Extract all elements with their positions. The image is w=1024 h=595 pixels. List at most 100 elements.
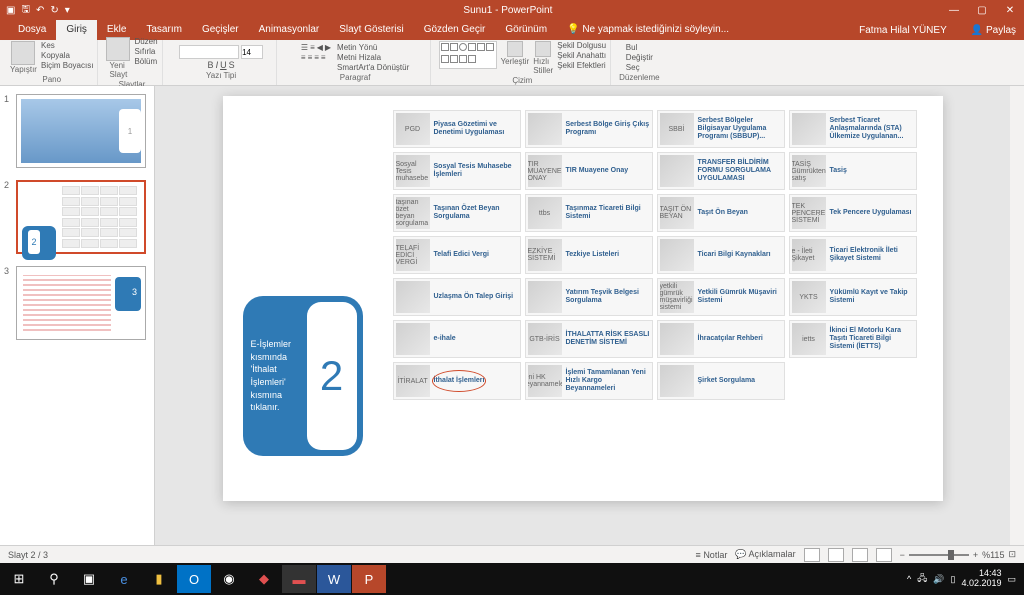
service-card[interactable]: TEK PENCERE SİSTEMİTek Pencere Uygulamas… xyxy=(789,194,917,232)
service-card[interactable]: iettsİkinci El Motorlu Kara Taşıtı Ticar… xyxy=(789,320,917,358)
service-card[interactable]: PGDPiyasa Gözetimi ve Denetimi Uygulamas… xyxy=(393,110,521,148)
format-painter-button[interactable]: Biçim Boyacısı xyxy=(41,61,93,70)
service-card[interactable]: Ticari Bilgi Kaynakları xyxy=(657,236,785,274)
section-button[interactable]: Bölüm xyxy=(134,57,157,66)
find-button[interactable]: Bul xyxy=(626,43,653,52)
minimize-button[interactable]: — xyxy=(940,0,968,20)
italic-button[interactable]: I xyxy=(216,60,219,70)
align-center-button[interactable]: ≡ xyxy=(308,53,313,62)
zoom-out-button[interactable]: − xyxy=(900,550,905,560)
service-card[interactable]: GTB-İRİSİTHALATTA RİSK ESASLI DENETİM Sİ… xyxy=(525,320,653,358)
app2-icon[interactable]: ▬ xyxy=(282,565,316,593)
lang-icon[interactable]: ▯ xyxy=(950,574,955,585)
notes-button[interactable]: ≡ Notlar xyxy=(696,550,728,560)
comments-button[interactable]: 💬 Açıklamalar xyxy=(735,549,795,560)
fit-button[interactable]: ⊡ xyxy=(1008,549,1016,560)
slide-editor[interactable]: E-İşlemler kısmında 'İthalat İşlemleri' … xyxy=(155,86,1010,545)
quick-styles-icon[interactable] xyxy=(535,41,551,57)
service-card[interactable]: EZKİYE SİSTEMİTezkiye Listeleri xyxy=(525,236,653,274)
bullets-button[interactable]: ☰ xyxy=(301,43,308,52)
arrange-icon[interactable] xyxy=(507,41,523,57)
chrome-icon[interactable]: ◉ xyxy=(212,565,246,593)
tab-giris[interactable]: Giriş xyxy=(56,20,97,40)
tab-gozden[interactable]: Gözden Geçir xyxy=(414,20,496,40)
service-card[interactable]: Yatırım Teşvik Belgesi Sorgulama xyxy=(525,278,653,316)
align-text-button[interactable]: Metni Hizala xyxy=(337,53,409,62)
slide-thumb-3[interactable]: 3 3 xyxy=(4,266,150,340)
restore-button[interactable]: ▢ xyxy=(968,0,996,20)
save-icon[interactable]: 🖫 xyxy=(21,2,30,19)
slide-thumb-2[interactable]: 2 2 xyxy=(4,180,150,254)
service-card[interactable]: TASİŞ Gümrükten satışTasiş xyxy=(789,152,917,190)
shape-effects-button[interactable]: Şekil Efektleri xyxy=(557,61,606,70)
new-slide-icon[interactable] xyxy=(106,37,130,61)
service-card[interactable]: TAŞIT ÖN BEYANTaşıt Ön Beyan xyxy=(657,194,785,232)
sound-icon[interactable]: 🔊 xyxy=(933,574,944,585)
zoom-in-button[interactable]: + xyxy=(973,550,978,560)
close-button[interactable]: ✕ xyxy=(996,0,1024,20)
app-icon[interactable]: ◆ xyxy=(247,565,281,593)
tab-animasyon[interactable]: Animasyonlar xyxy=(249,20,330,40)
outlook-icon[interactable]: O xyxy=(177,565,211,593)
edge-icon[interactable]: e xyxy=(107,565,141,593)
smartart-button[interactable]: SmartArt'a Dönüştür xyxy=(337,63,409,72)
underline-button[interactable]: U xyxy=(220,60,227,70)
zoom-level[interactable]: %115 xyxy=(982,550,1004,560)
tab-dosya[interactable]: Dosya xyxy=(8,20,56,40)
service-card[interactable]: Şirket Sorgulama xyxy=(657,362,785,400)
tab-slayt[interactable]: Slayt Gösterisi xyxy=(329,20,413,40)
service-card[interactable]: SBBİSerbest Bölgeler Bilgisayar Uygulama… xyxy=(657,110,785,148)
reading-view-button[interactable] xyxy=(852,548,868,562)
layout-button[interactable]: Düzen xyxy=(134,37,157,46)
font-select[interactable] xyxy=(179,45,239,59)
start-button[interactable]: ⊞ xyxy=(2,565,36,593)
service-card[interactable]: İhracatçılar Rehberi xyxy=(657,320,785,358)
bold-button[interactable]: B xyxy=(208,60,214,70)
service-card[interactable]: Sosyal Tesis muhasebeSosyal Tesis Muhase… xyxy=(393,152,521,190)
slide-panel[interactable]: 1 1 2 2 3 3 xyxy=(0,86,155,545)
align-justify-button[interactable]: ≡ xyxy=(321,53,326,62)
paste-icon[interactable] xyxy=(11,41,35,65)
service-card[interactable]: ttbsTaşınmaz Ticareti Bilgi Sistemi xyxy=(525,194,653,232)
text-direction-button[interactable]: Metin Yönü xyxy=(337,43,409,52)
redo-icon[interactable]: ↻ xyxy=(50,5,58,16)
normal-view-button[interactable] xyxy=(804,548,820,562)
service-card[interactable]: YKTSYükümlü Kayıt ve Takip Sistemi xyxy=(789,278,917,316)
tell-me[interactable]: 💡 Ne yapmak istediğinizi söyleyin... xyxy=(557,20,739,40)
shape-fill-button[interactable]: Şekil Dolgusu xyxy=(557,41,606,50)
service-card[interactable]: taşınan özet beyan sorgulamaTaşınan Özet… xyxy=(393,194,521,232)
service-card[interactable]: TRANSFER BİLDİRİM FORMU SORGULAMA UYGULA… xyxy=(657,152,785,190)
user-name[interactable]: Fatma Hilal YÜNEY xyxy=(851,25,955,36)
service-card[interactable]: TELAFİ EDİCİ VERGİTelafi Edici Vergi xyxy=(393,236,521,274)
taskview-button[interactable]: ▣ xyxy=(72,565,106,593)
notifications-icon[interactable]: ▭ xyxy=(1007,574,1016,585)
service-card[interactable]: Uzlaşma Ön Talep Girişi xyxy=(393,278,521,316)
indent-inc-button[interactable]: ▶ xyxy=(325,43,331,52)
service-card[interactable]: TIR MUAYENE ONAYTIR Muayene Onay xyxy=(525,152,653,190)
slide-thumb-1[interactable]: 1 1 xyxy=(4,94,150,168)
select-button[interactable]: Seç xyxy=(626,63,653,72)
network-icon[interactable]: 🖧 xyxy=(917,571,927,587)
service-card[interactable]: Serbest Bölge Giriş Çıkış Programı xyxy=(525,110,653,148)
slideshow-view-button[interactable] xyxy=(876,548,892,562)
zoom-slider[interactable] xyxy=(909,554,969,556)
align-left-button[interactable]: ≡ xyxy=(301,53,306,62)
sorter-view-button[interactable] xyxy=(828,548,844,562)
service-card[interactable]: İTİRALATİthalat İşlemleri xyxy=(393,362,521,400)
shapes-gallery[interactable] xyxy=(439,41,497,69)
replace-button[interactable]: Değiştir xyxy=(626,53,653,62)
word-icon[interactable]: W xyxy=(317,565,351,593)
copy-button[interactable]: Kopyala xyxy=(41,51,93,60)
service-card[interactable]: yeni HK Beyannameleriİşlemi Tamamlanan Y… xyxy=(525,362,653,400)
align-right-button[interactable]: ≡ xyxy=(314,53,319,62)
share-button[interactable]: 👤 Paylaş xyxy=(963,25,1024,36)
service-card[interactable]: e - İleti ŞikayetTicari Elektronik İleti… xyxy=(789,236,917,274)
service-card[interactable]: e-ihale xyxy=(393,320,521,358)
start-icon[interactable]: ▾ xyxy=(65,5,70,16)
callout-shape[interactable]: E-İşlemler kısmında 'İthalat İşlemleri' … xyxy=(243,296,363,456)
reset-button[interactable]: Sıfırla xyxy=(134,47,157,56)
shape-outline-button[interactable]: Şekil Anahattı xyxy=(557,51,606,60)
strike-button[interactable]: S xyxy=(229,60,235,70)
search-button[interactable]: ⚲ xyxy=(37,565,71,593)
scrollbar[interactable] xyxy=(1010,86,1024,545)
